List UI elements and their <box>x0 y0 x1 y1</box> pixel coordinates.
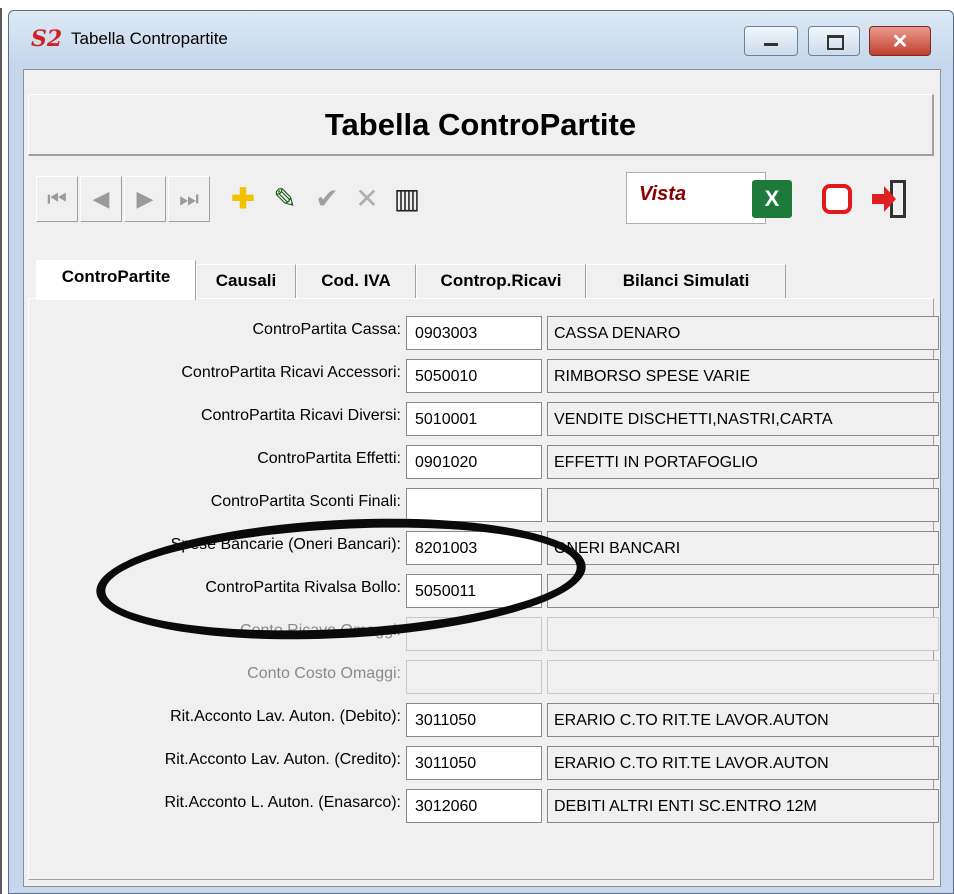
form-row: ControPartita Ricavi Accessori: 5050010 … <box>29 355 939 395</box>
printer-icon[interactable] <box>822 184 852 214</box>
first-record-button[interactable]: ⏮ <box>36 176 78 222</box>
account-code-field[interactable]: 3012060 <box>406 789 542 823</box>
edit-icon[interactable]: ✎ <box>266 176 304 222</box>
app-logo-icon: S2 <box>31 26 63 52</box>
account-code-field[interactable]: 5010001 <box>406 402 542 436</box>
field-label: ControPartita Effetti: <box>257 450 401 467</box>
account-code-field[interactable]: 5050010 <box>406 359 542 393</box>
next-record-button[interactable]: ▶ <box>124 176 166 222</box>
left-edge-line <box>0 8 2 894</box>
form-row: Spese Bancarie (Oneri Bancari): 8201003 … <box>29 527 939 567</box>
account-code-field <box>406 617 542 651</box>
account-description: VENDITE DISCHETTI,NASTRI,CARTA <box>547 402 939 436</box>
page-title: Tabella ControPartite <box>28 94 934 156</box>
account-description <box>547 617 939 651</box>
close-icon: ✕ <box>891 31 909 53</box>
account-description: ERARIO C.TO RIT.TE LAVOR.AUTON <box>547 746 939 780</box>
account-code-field[interactable]: 5050011 <box>406 574 542 608</box>
excel-export-icon[interactable]: X <box>752 180 792 218</box>
form-row: ControPartita Cassa: 0903003 CASSA DENAR… <box>29 312 939 352</box>
field-label: Rit.Acconto Lav. Auton. (Debito): <box>170 708 401 725</box>
field-label: ControPartita Ricavi Accessori: <box>181 364 401 381</box>
cancel-icon[interactable]: ✕ <box>348 176 386 222</box>
field-label: ControPartita Ricavi Diversi: <box>200 407 401 424</box>
account-description: DEBITI ALTRI ENTI SC.ENTRO 12M <box>547 789 939 823</box>
account-code-field[interactable]: 0901020 <box>406 445 542 479</box>
tab-strip: ControPartite Causali Cod. IVA Controp.R… <box>28 260 934 300</box>
form-row: Conto Costo Omaggi: <box>29 656 939 696</box>
view-selector[interactable]: Vista <box>626 172 766 224</box>
field-label: ControPartita Rivalsa Bollo: <box>205 579 401 596</box>
client-area: Tabella ControPartite ⏮ ◀ ▶ ⏭ ✚ ✎ ✔ ✕ ▥ … <box>23 69 941 887</box>
field-label: Conto Ricavo Omaggi: <box>240 622 401 639</box>
form-row: ControPartita Sconti Finali: <box>29 484 939 524</box>
maximize-button[interactable] <box>808 26 860 56</box>
account-code-field[interactable]: 3011050 <box>406 703 542 737</box>
form-row: Rit.Acconto Lav. Auton. (Debito): 301105… <box>29 699 939 739</box>
form-row: Rit.Acconto L. Auton. (Enasarco): 301206… <box>29 785 939 825</box>
form-row: ControPartita Ricavi Diversi: 5010001 VE… <box>29 398 939 438</box>
account-code-field[interactable]: 8201003 <box>406 531 542 565</box>
account-description: CASSA DENARO <box>547 316 939 350</box>
field-label: Conto Costo Omaggi: <box>247 665 401 682</box>
minimize-button[interactable] <box>744 26 798 56</box>
field-label: Rit.Acconto Lav. Auton. (Credito): <box>164 751 401 768</box>
account-description <box>547 488 939 522</box>
minimize-icon <box>764 43 778 46</box>
account-description <box>547 574 939 608</box>
account-description: RIMBORSO SPESE VARIE <box>547 359 939 393</box>
exit-door-icon[interactable] <box>870 178 910 220</box>
tab-bilanci-simulati[interactable]: Bilanci Simulati <box>586 264 786 298</box>
account-code-field[interactable]: 3011050 <box>406 746 542 780</box>
form-row: Conto Ricavo Omaggi: <box>29 613 939 653</box>
view-label: Vista <box>639 183 687 205</box>
account-code-field[interactable] <box>406 488 542 522</box>
tab-cod-iva[interactable]: Cod. IVA <box>296 264 416 298</box>
form-row: Rit.Acconto Lav. Auton. (Credito): 30110… <box>29 742 939 782</box>
account-code-field[interactable]: 0903003 <box>406 316 542 350</box>
account-description: ONERI BANCARI <box>547 531 939 565</box>
tab-contropartite[interactable]: ControPartite <box>36 260 196 300</box>
account-code-field <box>406 660 542 694</box>
field-label: Spese Bancarie (Oneri Bancari): <box>170 536 401 553</box>
contropartite-panel: ControPartita Cassa: 0903003 CASSA DENAR… <box>28 298 939 880</box>
account-description: ERARIO C.TO RIT.TE LAVOR.AUTON <box>547 703 939 737</box>
maximize-icon <box>827 35 844 50</box>
field-label: ControPartita Sconti Finali: <box>210 493 401 510</box>
last-record-button[interactable]: ⏭ <box>168 176 210 222</box>
add-icon[interactable]: ✚ <box>224 176 262 222</box>
title-bar[interactable]: S2 Tabella Contropartite ✕ <box>9 11 953 69</box>
previous-record-button[interactable]: ◀ <box>80 176 122 222</box>
tab-causali[interactable]: Causali <box>196 264 296 298</box>
form-row: ControPartita Rivalsa Bollo: 5050011 <box>29 570 939 610</box>
window-title: Tabella Contropartite <box>71 29 228 48</box>
form-row: ControPartita Effetti: 0901020 EFFETTI I… <box>29 441 939 481</box>
app-window: S2 Tabella Contropartite ✕ Tabella Contr… <box>8 10 954 894</box>
account-description: EFFETTI IN PORTAFOGLIO <box>547 445 939 479</box>
toolbar: ⏮ ◀ ▶ ⏭ ✚ ✎ ✔ ✕ ▥ Vista X <box>28 170 934 240</box>
close-button[interactable]: ✕ <box>869 26 931 56</box>
field-label: ControPartita Cassa: <box>252 321 401 338</box>
delete-trash-icon[interactable]: ▥ <box>388 176 426 222</box>
tab-controp-ricavi[interactable]: Controp.Ricavi <box>416 264 586 298</box>
confirm-icon[interactable]: ✔ <box>308 176 346 222</box>
field-label: Rit.Acconto L. Auton. (Enasarco): <box>164 794 401 811</box>
account-description <box>547 660 939 694</box>
